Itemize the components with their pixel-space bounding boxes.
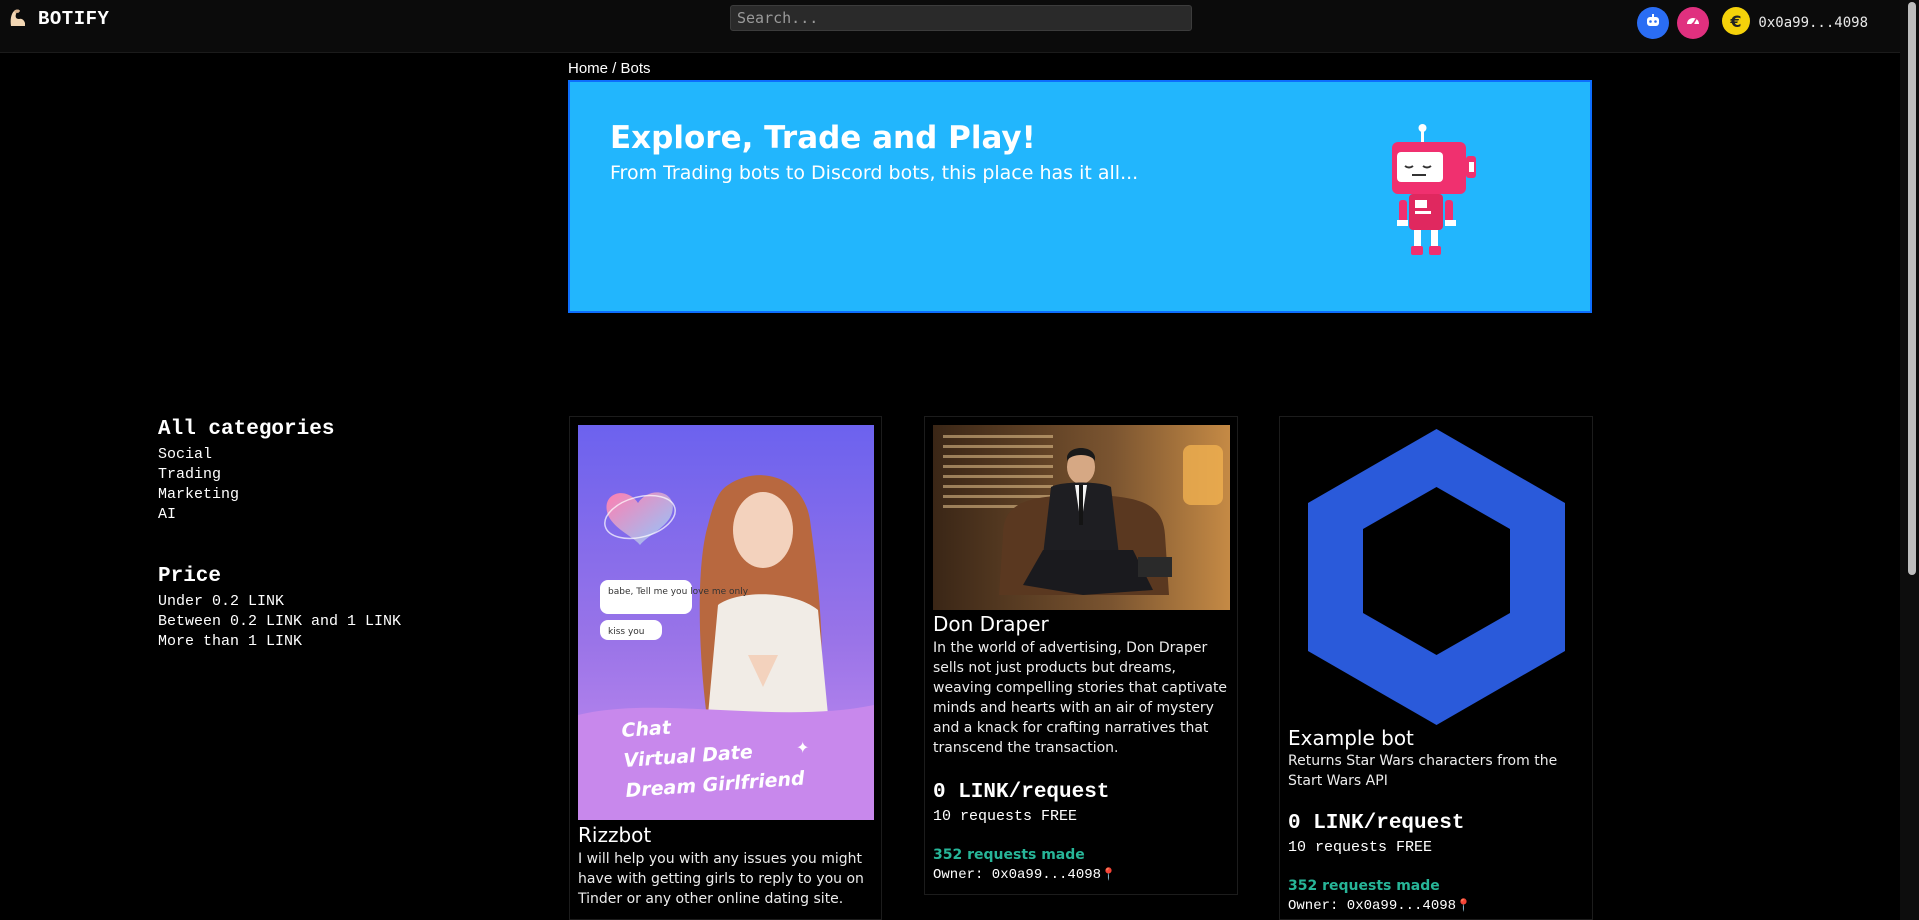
bot-free-requests: 10 requests FREE <box>933 808 1078 825</box>
hero-banner: Explore, Trade and Play! From Trading bo… <box>568 80 1592 313</box>
brand-name: BOTIFY <box>38 8 110 30</box>
image-line-chat: Chat <box>621 717 673 742</box>
categories-heading[interactable]: All categories <box>158 418 401 441</box>
owner-text: Owner: 0x0a99...4098 <box>1288 898 1457 914</box>
price-filter: Price Under 0.2 LINK Between 0.2 LINK an… <box>158 565 401 652</box>
owner-text: Owner: 0x0a99...4098 <box>933 867 1102 883</box>
coin-icon: € <box>1721 6 1751 40</box>
bot-card-rizzbot[interactable]: babe, Tell me you love me only kiss you … <box>569 416 882 920</box>
bot-requests-made: 352 requests made <box>1288 878 1440 894</box>
banner-subtitle: From Trading bots to Discord bots, this … <box>610 162 1139 184</box>
category-filter: All categories Social Trading Marketing … <box>158 418 401 525</box>
bots-button[interactable] <box>1637 7 1670 39</box>
bubble-text-1: babe, Tell me you love me only <box>608 587 749 597</box>
category-ai[interactable]: AI <box>158 505 401 525</box>
robot-icon <box>1645 13 1661 33</box>
svg-text:✦: ✦ <box>796 738 809 757</box>
speedometer-icon <box>1685 13 1701 33</box>
dashboard-button[interactable] <box>1677 7 1710 39</box>
pin-icon: 📍 <box>1456 899 1471 913</box>
rizzbot-image: babe, Tell me you love me only kiss you … <box>578 425 874 824</box>
page-scrollbar[interactable] <box>1900 0 1919 920</box>
price-between-0-2-and-1[interactable]: Between 0.2 LINK and 1 LINK <box>158 612 401 632</box>
category-social[interactable]: Social <box>158 445 401 465</box>
banner-title: Explore, Trade and Play! <box>610 120 1036 156</box>
bot-owner: Owner: 0x0a99...4098📍 <box>1288 898 1471 914</box>
wallet-address: 0x0a99...4098 <box>1758 15 1868 31</box>
bot-owner: Owner: 0x0a99...4098📍 <box>933 867 1116 883</box>
wallet-button[interactable]: € 0x0a99...4098 <box>1721 6 1868 40</box>
price-more-than-1[interactable]: More than 1 LINK <box>158 632 401 652</box>
svg-text:€: € <box>1730 12 1742 31</box>
top-navbar: BOTIFY Search... € 0x0a99...4098 <box>0 0 1900 53</box>
bot-price: 0 LINK/request <box>933 781 1110 804</box>
bot-name[interactable]: Don Draper <box>933 612 1049 636</box>
bot-price: 0 LINK/request <box>1288 812 1465 835</box>
scrollbar-thumb[interactable] <box>1908 2 1916 575</box>
category-trading[interactable]: Trading <box>158 465 401 485</box>
bot-card-example-bot[interactable]: Example bot Returns Star Wars characters… <box>1279 416 1593 920</box>
bot-description: I will help you with any issues you migh… <box>578 851 864 907</box>
price-under-0-2[interactable]: Under 0.2 LINK <box>158 592 401 612</box>
bot-card-don-draper[interactable]: Don Draper In the world of advertising, … <box>924 416 1238 895</box>
price-heading: Price <box>158 565 222 588</box>
search-input[interactable] <box>730 5 1192 31</box>
category-marketing[interactable]: Marketing <box>158 485 401 505</box>
chainlink-logo-image <box>1288 425 1585 729</box>
brand-logo[interactable]: BOTIFY <box>8 6 109 32</box>
robot-mascot-illustration <box>1385 122 1485 262</box>
bot-description: Returns Star Wars characters from the St… <box>1288 753 1558 789</box>
bot-free-requests: 10 requests FREE <box>1288 839 1433 856</box>
filter-sidebar: All categories Social Trading Marketing … <box>158 418 401 692</box>
don-draper-image <box>933 425 1230 614</box>
flexed-arm-icon <box>8 6 28 32</box>
bot-description: In the world of advertising, Don Draper … <box>933 640 1228 756</box>
bubble-text-2: kiss you <box>608 627 645 637</box>
bot-name[interactable]: Example bot <box>1288 726 1414 750</box>
breadcrumb[interactable]: Home / Bots <box>568 60 651 77</box>
pin-icon: 📍 <box>1101 868 1116 882</box>
bot-name[interactable]: Rizzbot <box>578 823 651 847</box>
bot-requests-made: 352 requests made <box>933 847 1085 863</box>
